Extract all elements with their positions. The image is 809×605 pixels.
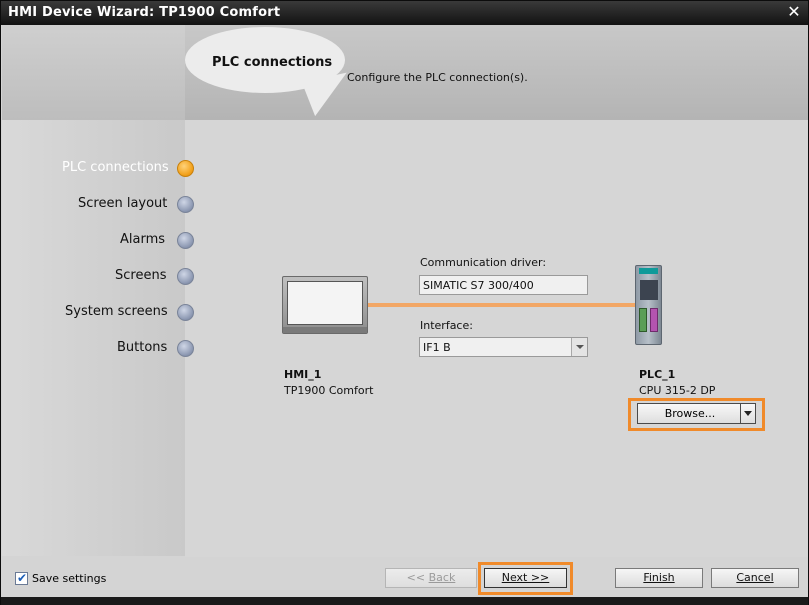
plc-type: CPU 315-2 DP	[639, 384, 716, 397]
communication-driver-value: SIMATIC S7 300/400	[423, 279, 534, 292]
step-status-dot-active	[177, 160, 194, 177]
next-button-label: Next >>	[501, 571, 550, 584]
interface-select[interactable]: IF1 B	[419, 337, 588, 357]
checkmark-icon: ✔	[17, 571, 28, 585]
finish-button[interactable]: Finish	[615, 568, 703, 588]
window-title: HMI Device Wizard: TP1900 Comfort	[8, 5, 281, 20]
left-header-area	[2, 25, 185, 120]
wizard-window: HMI Device Wizard: TP1900 Comfort ✕ PLC …	[0, 0, 809, 605]
step-status-dot	[177, 196, 194, 213]
plc-led-panel	[640, 280, 658, 300]
plc-port-purple	[650, 308, 658, 332]
step-plc-connections[interactable]: PLC connections	[62, 160, 169, 175]
step-status-dot	[177, 304, 194, 321]
back-button-prefix: <<	[406, 571, 429, 584]
hmi-screen	[287, 281, 363, 325]
communication-driver-label: Communication driver:	[420, 256, 547, 269]
chevron-down-icon[interactable]	[571, 338, 587, 356]
finish-button-label: Finish	[643, 571, 675, 584]
step-status-dot	[177, 232, 194, 249]
page-header: PLC connections Configure the PLC connec…	[185, 25, 808, 120]
connection-line	[368, 303, 637, 307]
cancel-button[interactable]: Cancel	[711, 568, 799, 588]
step-system-screens[interactable]: System screens	[65, 304, 168, 319]
step-screens[interactable]: Screens	[115, 268, 166, 283]
plc-port-green	[639, 308, 647, 332]
step-alarms[interactable]: Alarms	[120, 232, 165, 247]
cancel-button-label: Cancel	[736, 571, 774, 584]
hmi-bezel	[283, 327, 367, 333]
hmi-device-image	[282, 276, 368, 334]
back-button[interactable]: << Back	[385, 568, 477, 588]
save-settings-checkbox[interactable]: ✔	[15, 571, 28, 585]
step-screen-layout[interactable]: Screen layout	[78, 196, 167, 211]
speech-bubble: PLC connections	[185, 27, 345, 93]
title-bar: HMI Device Wizard: TP1900 Comfort ✕	[1, 1, 808, 25]
plc-name: PLC_1	[639, 368, 676, 381]
next-button[interactable]: Next >>	[484, 568, 567, 588]
step-navigation-pane	[2, 25, 185, 556]
window-bottom-edge	[1, 597, 808, 605]
back-button-label: Back	[428, 571, 456, 584]
browse-button-label: Browse...	[664, 407, 716, 420]
step-status-dot	[177, 268, 194, 285]
close-icon[interactable]: ✕	[785, 3, 803, 21]
save-settings-label[interactable]: Save settings	[32, 572, 106, 585]
interface-value: IF1 B	[423, 341, 451, 354]
browse-button[interactable]: Browse...	[637, 403, 756, 424]
chevron-down-icon[interactable]	[740, 404, 755, 423]
page-description: Configure the PLC connection(s).	[347, 71, 528, 84]
communication-driver-field: SIMATIC S7 300/400	[419, 275, 588, 295]
plc-brand-strip	[639, 268, 658, 274]
step-buttons[interactable]: Buttons	[117, 340, 167, 355]
plc-device-image	[635, 265, 662, 345]
page-title: PLC connections	[212, 55, 333, 70]
hmi-name: HMI_1	[284, 368, 322, 381]
interface-label: Interface:	[420, 319, 473, 332]
hmi-type: TP1900 Comfort	[284, 384, 374, 397]
step-status-dot	[177, 340, 194, 357]
